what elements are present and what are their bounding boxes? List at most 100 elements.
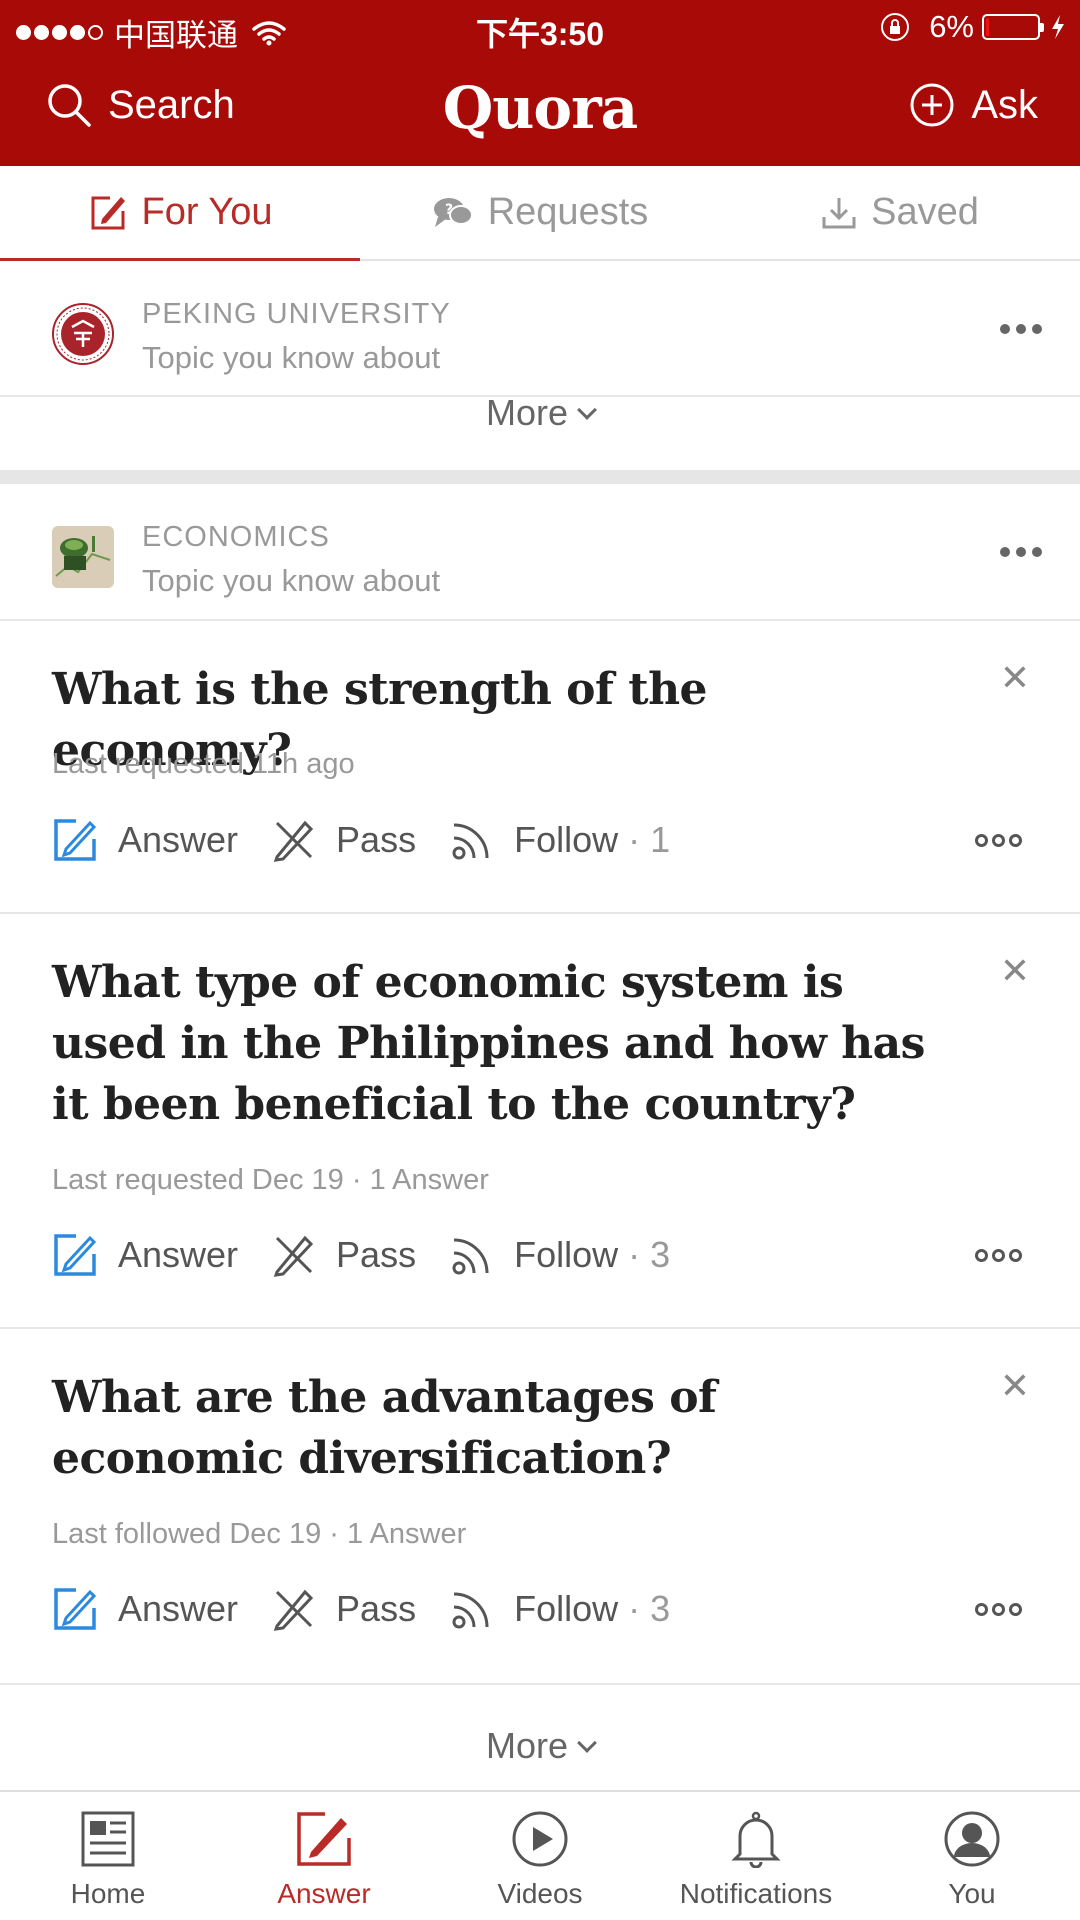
nav-home[interactable]: Home xyxy=(0,1792,216,1920)
tab-requests[interactable]: ? Requests xyxy=(360,166,720,259)
tab-label: For You xyxy=(141,191,273,233)
nav-label: Home xyxy=(70,1878,146,1909)
feed-tabs: For You ? Requests Saved xyxy=(0,166,1080,261)
status-bar: 中国联通 下午3:50 6% xyxy=(0,0,1080,54)
plus-circle-icon xyxy=(910,83,954,127)
download-icon xyxy=(822,197,856,228)
pass-icon xyxy=(273,1589,314,1631)
tab-label: Requests xyxy=(487,191,649,233)
more-label: More xyxy=(485,392,569,433)
tab-saved[interactable]: Saved xyxy=(720,166,1080,259)
answer-icon xyxy=(54,1588,97,1630)
question-meta: Last requested 11h ago xyxy=(52,748,355,780)
chat-bubbles-icon: ? xyxy=(433,197,473,227)
topic-name: ECONOMICS xyxy=(142,521,330,553)
answer-icon xyxy=(54,1234,97,1276)
topic-header-peking-university[interactable]: PEKING UNIVERSITY Topic you know about xyxy=(0,272,1080,396)
follow-rss-icon xyxy=(452,823,489,860)
pass-button[interactable]: Pass xyxy=(272,1233,416,1277)
answer-label: Answer xyxy=(118,1588,239,1629)
more-button[interactable]: More xyxy=(0,1725,1080,1767)
nav-answer[interactable]: Answer xyxy=(216,1792,432,1920)
dismiss-close-icon[interactable]: ✕ xyxy=(1000,950,1030,992)
more-label: More xyxy=(485,1725,569,1766)
more-button[interactable]: More xyxy=(0,392,1080,434)
question-actions: Answer Pass Follow · 3 xyxy=(52,1232,1040,1278)
topic-header-economics[interactable]: ECONOMICS Topic you know about xyxy=(0,495,1080,619)
more-options-icon[interactable] xyxy=(971,833,1022,847)
section-divider xyxy=(0,470,1080,484)
question-title[interactable]: What type of economic system is used in … xyxy=(52,952,960,1135)
nav-label: Notifications xyxy=(679,1878,833,1909)
more-options-icon[interactable] xyxy=(994,547,1042,557)
question-title[interactable]: What are the advantages of economic dive… xyxy=(52,1367,960,1489)
nav-label: Answer xyxy=(277,1878,371,1909)
rotation-lock-icon xyxy=(881,13,910,41)
charging-bolt-icon xyxy=(1052,15,1064,39)
profile-icon xyxy=(944,1811,1000,1867)
bottom-nav: Home Answer Videos Notifications You xyxy=(0,1790,1080,1920)
topic-subtitle: Topic you know about xyxy=(142,340,441,375)
dismiss-close-icon[interactable]: ✕ xyxy=(1000,657,1030,699)
svg-text:?: ? xyxy=(445,202,453,218)
home-icon xyxy=(81,1811,135,1867)
question-actions: Answer Pass Follow · 3 xyxy=(52,1586,1040,1632)
answer-icon xyxy=(54,819,97,861)
follow-label: Follow xyxy=(514,1588,619,1629)
answer-button[interactable]: Answer xyxy=(52,1232,238,1278)
topic-name: PEKING UNIVERSITY xyxy=(142,298,451,330)
more-options-icon[interactable] xyxy=(971,1248,1022,1262)
pass-icon xyxy=(273,1235,314,1277)
nav-you[interactable]: You xyxy=(864,1792,1080,1920)
answer-label: Answer xyxy=(118,819,239,860)
pass-label: Pass xyxy=(336,819,417,860)
pass-label: Pass xyxy=(336,1588,417,1629)
answer-button[interactable]: Answer xyxy=(52,817,238,863)
divider xyxy=(0,1683,1080,1685)
answer-icon xyxy=(297,1812,351,1866)
play-icon xyxy=(512,1811,568,1867)
follow-count: · 1 xyxy=(628,819,671,860)
more-options-icon[interactable] xyxy=(971,1602,1022,1616)
pass-button[interactable]: Pass xyxy=(272,818,416,862)
battery-icon xyxy=(982,14,1044,40)
follow-rss-icon xyxy=(452,1592,489,1629)
question-card: What are the advantages of economic dive… xyxy=(0,1329,1080,1683)
dismiss-close-icon[interactable]: ✕ xyxy=(1000,1365,1030,1407)
nav-label: Videos xyxy=(497,1878,583,1909)
tab-for-you[interactable]: For You xyxy=(0,166,360,261)
follow-count: · 3 xyxy=(628,1234,671,1275)
nav-notifications[interactable]: Notifications xyxy=(648,1792,864,1920)
economics-image-icon xyxy=(52,526,114,588)
question-actions: Answer Pass Follow · 1 xyxy=(52,817,1040,863)
bell-icon xyxy=(731,1811,781,1868)
follow-rss-icon xyxy=(452,1238,489,1275)
question-meta: Last followed Dec 19 · 1 Answer xyxy=(52,1518,467,1550)
question-card: What type of economic system is used in … xyxy=(0,914,1080,1327)
more-options-icon[interactable] xyxy=(994,324,1042,334)
nav-label: You xyxy=(948,1878,996,1909)
follow-button[interactable]: Follow · 3 xyxy=(450,1587,670,1631)
ask-button[interactable]: Ask xyxy=(909,82,1038,128)
answer-button[interactable]: Answer xyxy=(52,1586,238,1632)
app-header: 中国联通 下午3:50 6% Search Quora Ask xyxy=(0,0,1080,166)
follow-count: · 3 xyxy=(628,1588,671,1629)
follow-label: Follow xyxy=(514,1234,619,1275)
chevron-down-icon xyxy=(577,400,597,420)
question-card: What is the strength of the economy? ✕ L… xyxy=(0,621,1080,912)
pencil-square-icon xyxy=(91,196,125,229)
pass-button[interactable]: Pass xyxy=(272,1587,416,1631)
follow-button[interactable]: Follow · 3 xyxy=(450,1233,670,1277)
follow-label: Follow xyxy=(514,819,619,860)
question-meta: Last requested Dec 19 · 1 Answer xyxy=(52,1164,489,1196)
status-right: 6% xyxy=(881,9,1066,45)
topic-subtitle: Topic you know about xyxy=(142,563,441,598)
university-seal-icon xyxy=(52,303,114,365)
answer-label: Answer xyxy=(118,1234,239,1275)
pass-label: Pass xyxy=(336,1234,417,1275)
tab-label: Saved xyxy=(871,191,979,233)
nav-videos[interactable]: Videos xyxy=(432,1792,648,1920)
follow-button[interactable]: Follow · 1 xyxy=(450,818,670,862)
chevron-down-icon xyxy=(577,1733,597,1753)
pass-icon xyxy=(273,820,314,862)
